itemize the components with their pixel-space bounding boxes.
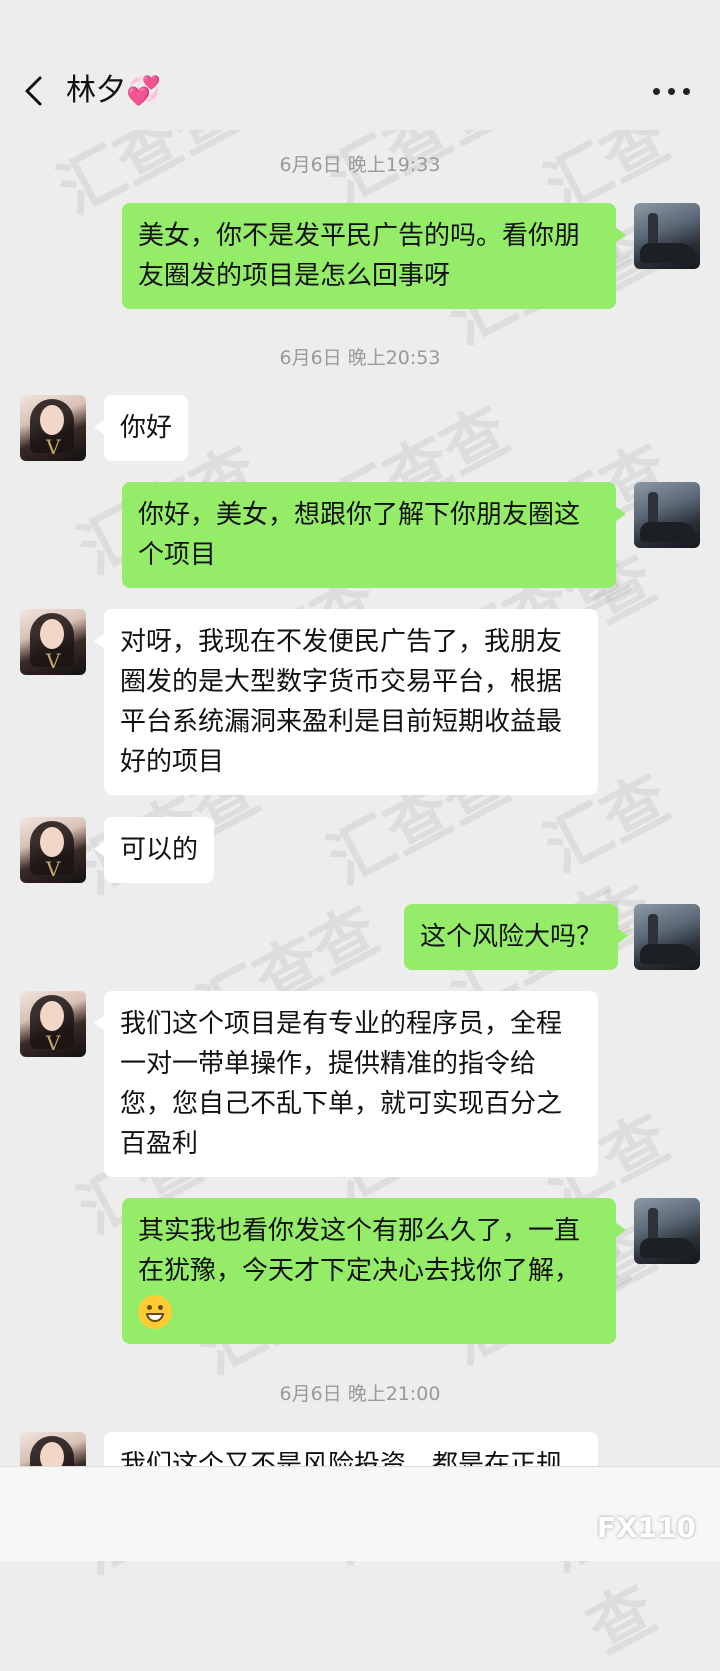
avatar-me[interactable] (634, 904, 700, 970)
timestamp: 6月6日 晚上19:33 (279, 154, 441, 176)
avatar-contact[interactable]: V (20, 991, 86, 1057)
message-bubble-sent[interactable]: 其实我也看你发这个有那么久了，一直在犹豫，今天才下定决心去找你了解， (122, 1198, 626, 1344)
message-bubble-received[interactable]: 你好 (93, 395, 189, 461)
message-bubble-sent[interactable]: 美女，你不是发平民广告的吗。看你朋友圈发的项目是怎么回事呀 (122, 203, 626, 309)
timestamp: 6月6日 晚上20:53 (279, 347, 441, 369)
avatar-me[interactable] (634, 203, 700, 269)
message-bubble-sent[interactable]: 你好，美女，想跟你了解下你朋友圈这个项目 (122, 482, 626, 588)
chevron-left-icon[interactable] (18, 74, 52, 108)
timestamp: 6月6日 晚上21:00 (279, 1383, 441, 1405)
chat-title: 林夕💞 (66, 72, 161, 110)
more-dots-icon[interactable] (653, 88, 690, 95)
avatar-me[interactable] (634, 1198, 700, 1264)
avatar-me[interactable] (634, 482, 700, 548)
message-bubble-received[interactable]: 我们这个项目是有专业的程序员，全程一对一带单操作，提供精准的指令给您，您自己不乱… (94, 991, 598, 1177)
message-bubble-sent[interactable]: 这个风险大吗？ (404, 904, 629, 970)
contact-name: 林夕 (66, 73, 126, 108)
avatar-contact[interactable]: V (20, 395, 86, 461)
message-text: 其实我也看你发这个有那么久了，一直在犹豫，今天才下定决心去找你了解， (138, 1216, 581, 1286)
grin-emoji-icon (138, 1294, 172, 1329)
avatar-contact[interactable]: V (20, 817, 86, 883)
message-bubble-received[interactable]: 对呀，我现在不发便民广告了，我朋友圈发的是大型数字货币交易平台，根据平台系统漏洞… (94, 609, 598, 795)
chat-header: 林夕💞 (0, 0, 720, 130)
avatar-contact[interactable]: V (20, 609, 86, 675)
brand-watermark: FX110 (596, 1511, 696, 1544)
message-bubble-received[interactable]: 可以的 (93, 817, 215, 883)
heart-emoji-icon: 💞 (126, 74, 161, 107)
